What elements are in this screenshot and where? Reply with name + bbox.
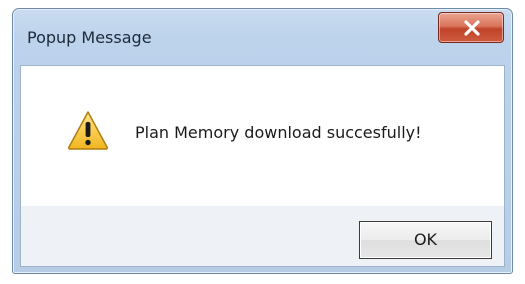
message-area: Plan Memory download succesfully! — [21, 66, 504, 206]
dialog-content: Plan Memory download succesfully! OK — [20, 65, 505, 267]
ok-button[interactable]: OK — [359, 221, 492, 259]
close-x-icon — [464, 20, 480, 36]
window-title: Popup Message — [27, 28, 152, 47]
title-bar[interactable]: Popup Message — [13, 9, 512, 65]
warning-icon — [67, 111, 109, 150]
button-bar: OK — [21, 206, 504, 266]
popup-dialog: Popup Message Plan Memory download succe… — [12, 8, 513, 274]
message-text: Plan Memory download succesfully! — [135, 123, 422, 142]
close-button[interactable] — [438, 12, 504, 43]
